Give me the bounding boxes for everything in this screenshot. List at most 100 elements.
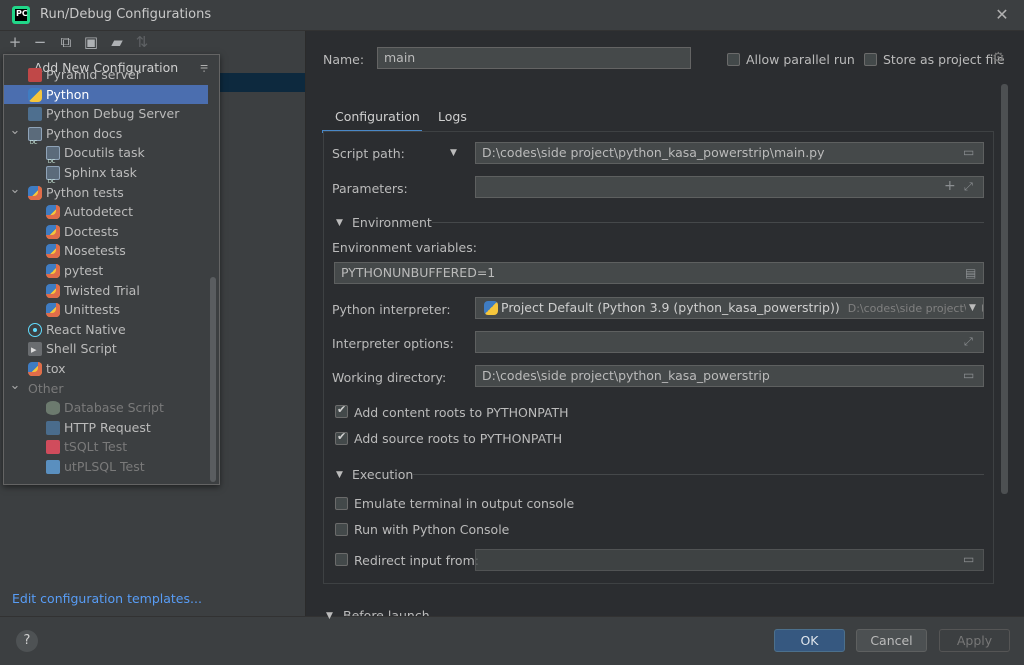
config-type-item[interactable]: Python Debug Server <box>4 104 208 124</box>
expand-icon[interactable]: ⤢ <box>964 335 973 349</box>
pyramid-icon <box>28 68 42 82</box>
store-project-checkbox[interactable] <box>864 53 877 66</box>
sort-icon[interactable]: ⇅ <box>133 33 151 51</box>
config-type-item[interactable]: Doctests <box>4 222 208 242</box>
python-tests-icon <box>46 205 60 220</box>
title-bar: PC Run/Debug Configurations ✕ <box>0 0 1024 31</box>
config-type-item[interactable]: Autodetect <box>4 202 208 222</box>
tab-logs[interactable]: Logs <box>438 109 467 124</box>
config-type-label: Python Debug Server <box>46 106 180 122</box>
config-type-label: Docutils task <box>64 145 145 161</box>
interp-options-input[interactable] <box>475 331 984 353</box>
add-macro-icon[interactable]: + <box>944 178 956 194</box>
http-icon <box>46 420 60 435</box>
config-type-label: Shell Script <box>46 341 117 357</box>
copy-icon[interactable]: ⧉ <box>57 33 75 51</box>
add-icon[interactable]: + <box>6 33 24 51</box>
debug-server-icon <box>28 107 42 122</box>
before-launch-collapse-icon[interactable]: ▼ <box>326 611 333 621</box>
execution-collapse-icon[interactable]: ▼ <box>336 470 343 480</box>
config-type-item[interactable]: Nosetests <box>4 241 208 261</box>
tsqlt-icon <box>46 440 60 455</box>
chevron-down-icon[interactable]: ⌄ <box>9 180 21 200</box>
folder-browse-icon[interactable]: ▭ <box>963 552 974 566</box>
allow-parallel-checkbox[interactable] <box>727 53 740 66</box>
gear-icon[interactable]: ⚙ <box>992 50 1005 66</box>
config-type-item[interactable]: pytest <box>4 261 208 281</box>
chevron-down-icon[interactable]: ⌄ <box>9 376 21 396</box>
folder-browse-icon[interactable]: ▭ <box>963 145 974 159</box>
remove-icon[interactable]: − <box>31 33 49 51</box>
config-type-item[interactable]: ⌄ Python tests <box>4 180 208 203</box>
config-type-label: tox <box>46 361 66 376</box>
run-console-label: Run with Python Console <box>354 522 510 537</box>
configuration-type-tree: Pyramid server Python Python Debug Server ⌄… <box>4 67 219 483</box>
tab-configuration-label[interactable]: Configuration <box>335 109 420 124</box>
config-type-label: Nosetests <box>64 243 126 259</box>
help-button[interactable]: ? <box>16 630 38 652</box>
source-roots-checkbox[interactable] <box>335 430 348 445</box>
env-vars-input[interactable]: PYTHONUNBUFFERED=1 <box>334 262 984 284</box>
config-type-label: Python docs <box>46 125 123 141</box>
docs-icon <box>28 126 42 153</box>
editor-scrollbar[interactable] <box>1001 84 1008 494</box>
chevron-down-icon[interactable]: ⌄ <box>9 121 21 141</box>
python-tests-icon <box>28 362 42 376</box>
chevron-down-icon[interactable]: ▼ <box>969 303 976 313</box>
folder-browse-icon[interactable]: ▭ <box>963 368 974 382</box>
emulate-terminal-checkbox[interactable] <box>335 497 348 510</box>
run-console-checkbox[interactable] <box>335 523 348 536</box>
edit-env-icon[interactable]: ▤ <box>965 266 976 280</box>
config-type-item[interactable]: tox <box>4 359 208 379</box>
config-type-item[interactable]: Pyramid server <box>4 65 208 85</box>
config-type-item[interactable]: ⌄ Python docs <box>4 121 208 154</box>
config-type-item[interactable]: Database Script <box>4 398 208 418</box>
content-roots-label: Add content roots to PYTHONPATH <box>354 405 569 420</box>
save-icon[interactable]: ▣ <box>82 33 100 51</box>
apply-button[interactable]: Apply <box>939 629 1010 652</box>
name-input[interactable]: main <box>377 47 691 69</box>
parameters-input[interactable] <box>475 176 984 198</box>
cancel-button[interactable]: Cancel <box>856 629 927 652</box>
close-icon[interactable]: ✕ <box>993 5 1011 24</box>
environment-collapse-icon[interactable]: ▼ <box>336 218 343 228</box>
redirect-input-field[interactable] <box>475 549 984 571</box>
window-title: Run/Debug Configurations <box>40 7 212 22</box>
content-roots-checkbox[interactable] <box>335 403 348 418</box>
edit-templates-link[interactable]: Edit configuration templates... <box>12 591 202 606</box>
parameters-label: Parameters: <box>332 181 408 196</box>
ok-button[interactable]: OK <box>774 629 845 652</box>
config-type-item[interactable]: Python <box>4 84 208 105</box>
config-type-item[interactable]: Shell Script <box>4 339 208 360</box>
config-type-item[interactable]: utPLSQL Test <box>4 457 208 477</box>
env-vars-label: Environment variables: <box>332 240 477 255</box>
config-type-item[interactable]: React Native <box>4 320 208 340</box>
python-tests-icon <box>46 264 60 278</box>
script-type-dropdown[interactable]: ▼ <box>450 148 457 158</box>
config-type-item[interactable]: Sphinx task <box>4 163 208 193</box>
config-type-label: Python <box>46 86 90 102</box>
script-path-input[interactable]: D:\codes\side project\python_kasa_powers… <box>475 142 984 164</box>
config-type-label: Pyramid server <box>46 67 141 82</box>
python-tests-icon <box>46 303 60 318</box>
interpreter-select[interactable]: Project Default (Python 3.9 (python_kasa… <box>475 297 984 319</box>
docs-icon <box>46 146 60 173</box>
expand-icon[interactable]: ⤢ <box>964 180 973 194</box>
execution-section-title: Execution <box>352 467 414 482</box>
config-type-item[interactable]: ⌄ Other <box>4 376 208 399</box>
python-tests-icon <box>46 224 60 239</box>
config-type-item[interactable]: Unittests <box>4 300 208 320</box>
config-type-item[interactable]: HTTP Request <box>4 418 208 438</box>
react-icon <box>28 322 42 337</box>
python-tests-icon <box>46 283 60 298</box>
utplsql-icon <box>46 460 60 474</box>
config-type-item[interactable]: Twisted Trial <box>4 281 208 301</box>
popup-scrollbar[interactable] <box>210 277 216 482</box>
config-type-item[interactable]: tSQLt Test <box>4 437 208 457</box>
workdir-input[interactable]: D:\codes\side project\python_kasa_powers… <box>475 365 984 387</box>
folder-add-icon[interactable]: ▰ <box>108 33 126 51</box>
redirect-input-checkbox[interactable] <box>335 553 348 566</box>
config-type-label: Autodetect <box>64 204 134 220</box>
config-type-item[interactable]: Docutils task <box>4 143 208 173</box>
selected-config-row[interactable] <box>219 73 305 92</box>
